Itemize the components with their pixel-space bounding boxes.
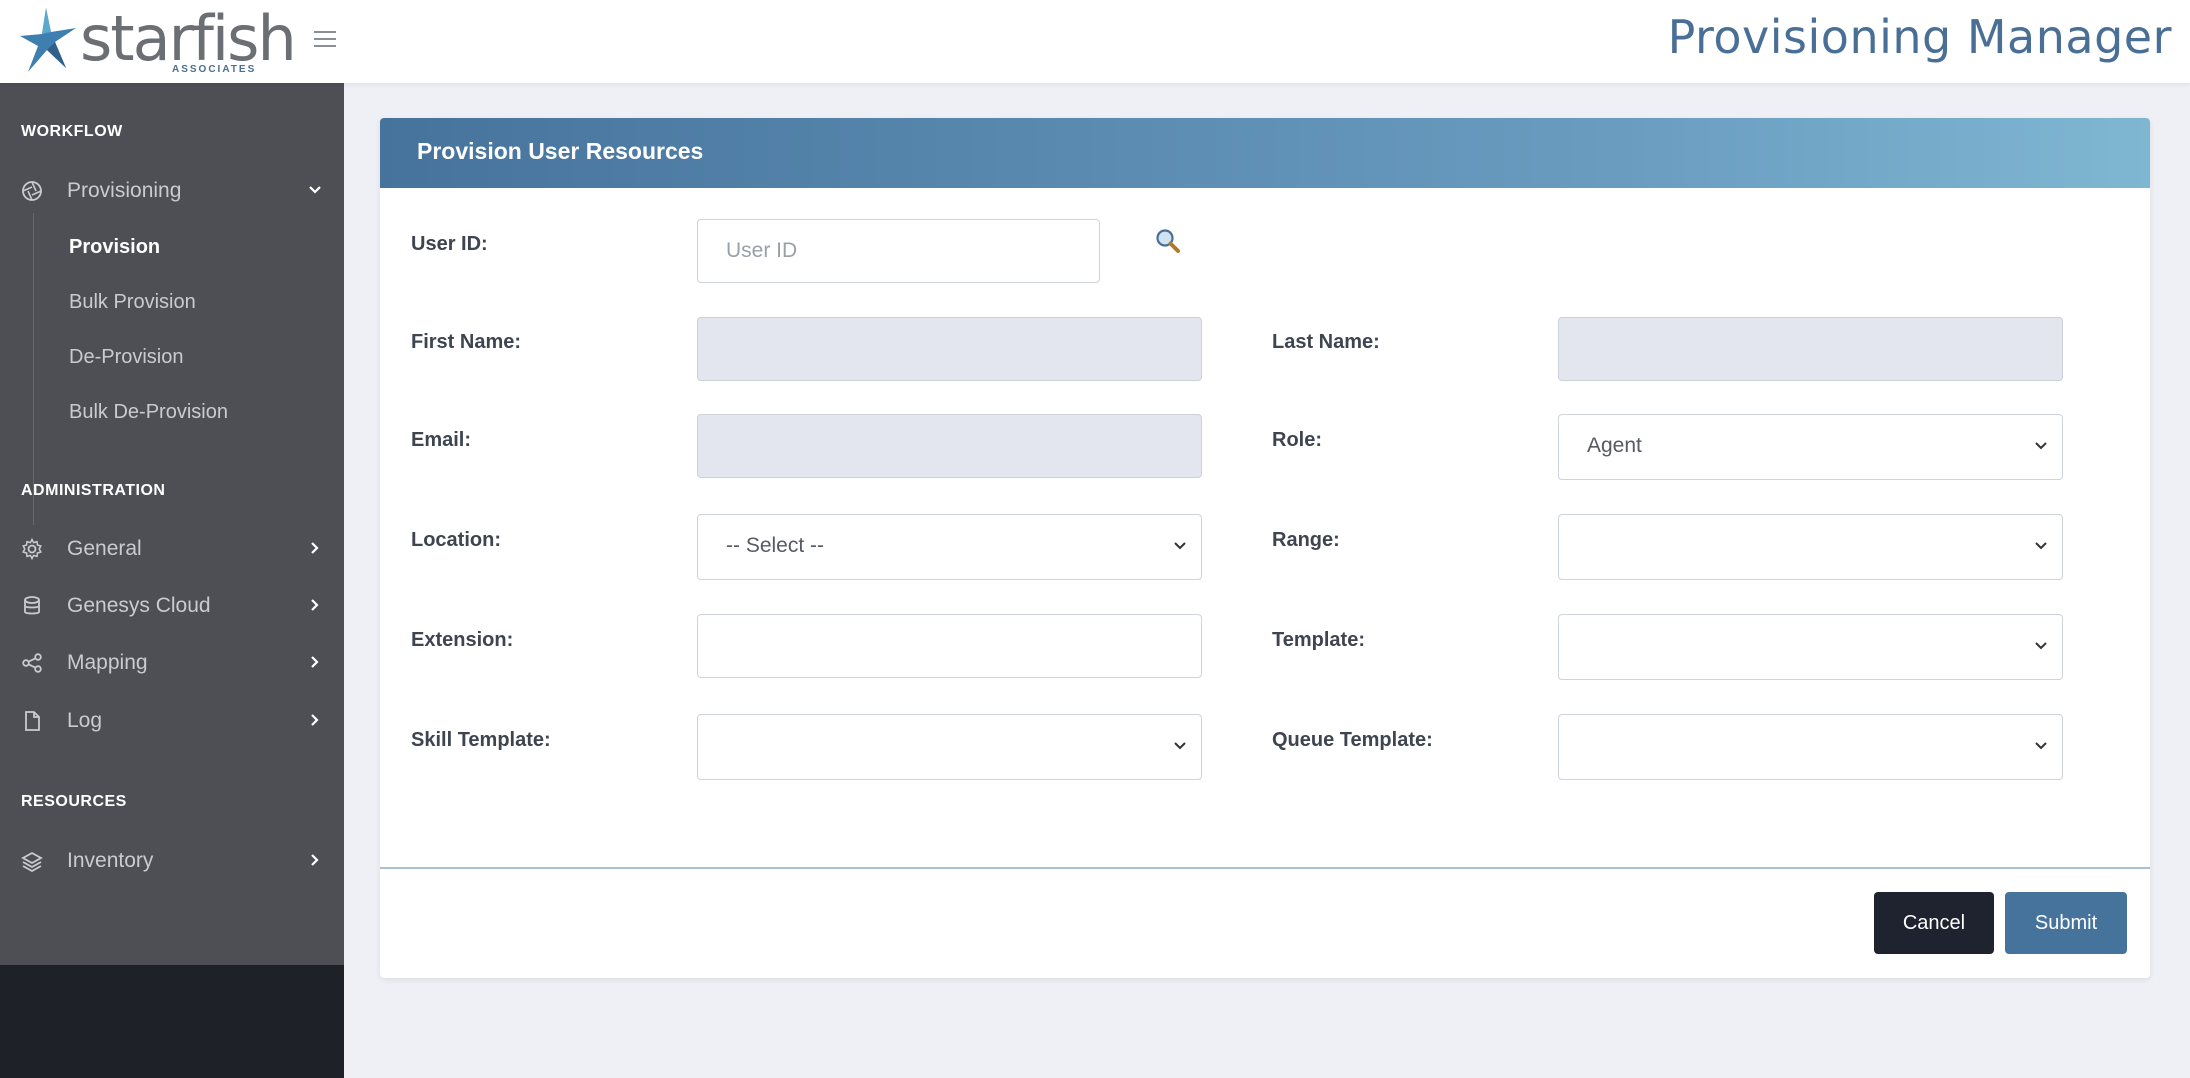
sidebar-item-label: General bbox=[67, 537, 142, 560]
submit-button[interactable]: Submit bbox=[2005, 892, 2127, 954]
sidebar-item-label: Inventory bbox=[67, 849, 154, 872]
submenu-rail bbox=[33, 213, 34, 525]
user-id-input[interactable] bbox=[697, 219, 1100, 283]
sidebar-item-label: Provisioning bbox=[67, 179, 182, 202]
template-label: Template: bbox=[1272, 629, 1365, 651]
logo-wordmark: starfish bbox=[80, 2, 297, 75]
sidebar-item-label: Mapping bbox=[67, 651, 148, 674]
chevron-down-icon bbox=[2035, 542, 2047, 550]
chevron-down-icon bbox=[2035, 642, 2047, 650]
chevron-down-icon bbox=[2035, 442, 2047, 450]
chevron-down-icon bbox=[2035, 742, 2047, 750]
sidebar-item-label: Log bbox=[67, 709, 103, 732]
email-label: Email: bbox=[411, 429, 472, 451]
first-name-label: First Name: bbox=[411, 331, 522, 353]
email-field bbox=[697, 414, 1202, 478]
chevron-right-icon bbox=[311, 656, 319, 668]
last-name-field bbox=[1558, 317, 2063, 381]
sidebar-item-inventory[interactable]: Inventory bbox=[0, 839, 344, 883]
gear-icon bbox=[22, 538, 42, 560]
share-icon bbox=[22, 653, 42, 673]
starfish-logo[interactable]: starfish ASSOCIATES bbox=[20, 4, 297, 78]
sidebar-item-mapping[interactable]: Mapping bbox=[0, 641, 344, 685]
cancel-button[interactable]: Cancel bbox=[1874, 892, 1994, 954]
chevron-down-icon bbox=[309, 186, 321, 194]
chevron-right-icon bbox=[311, 599, 319, 611]
sidebar-subitem-bulk-provision[interactable]: Bulk Provision bbox=[69, 291, 196, 314]
starfish-star-icon bbox=[20, 8, 76, 72]
provision-form-card: Provision User Resources User ID: First … bbox=[380, 118, 2150, 978]
section-label-workflow: WORKFLOW bbox=[21, 123, 123, 140]
app-title: Provisioning Manager bbox=[1667, 10, 2172, 64]
sidebar-item-label: Genesys Cloud bbox=[67, 594, 211, 617]
file-icon bbox=[25, 711, 40, 731]
chevron-down-icon bbox=[1174, 542, 1186, 550]
role-label: Role: bbox=[1272, 429, 1322, 451]
first-name-field bbox=[697, 317, 1202, 381]
sidebar-subitem-bulk-de-provision[interactable]: Bulk De-Provision bbox=[69, 401, 228, 424]
queue-template-select[interactable] bbox=[1558, 714, 2063, 780]
card-header: Provision User Resources bbox=[380, 118, 2150, 188]
chevron-right-icon bbox=[311, 854, 319, 866]
location-label: Location: bbox=[411, 529, 501, 551]
range-select[interactable] bbox=[1558, 514, 2063, 580]
logo-subtext: ASSOCIATES bbox=[172, 64, 257, 75]
top-header: starfish ASSOCIATES Provisioning Manager bbox=[0, 0, 2190, 83]
form-title: Provision User Resources bbox=[417, 138, 704, 164]
aperture-icon bbox=[22, 181, 42, 201]
skill-template-label: Skill Template: bbox=[411, 729, 551, 751]
role-select-value: Agent bbox=[1587, 434, 1642, 457]
sidebar-item-log[interactable]: Log bbox=[0, 699, 344, 743]
location-select-value: -- Select -- bbox=[726, 534, 825, 557]
layers-icon bbox=[21, 851, 43, 872]
extension-label: Extension: bbox=[411, 629, 514, 651]
sidebar-subitem-de-provision[interactable]: De-Provision bbox=[69, 346, 183, 369]
skill-template-select[interactable] bbox=[697, 714, 1202, 780]
last-name-label: Last Name: bbox=[1272, 331, 1380, 353]
sidebar-subitem-provision[interactable]: Provision bbox=[69, 236, 160, 259]
search-icon[interactable] bbox=[1153, 226, 1183, 256]
role-select[interactable]: Agent bbox=[1558, 414, 2063, 480]
queue-template-label: Queue Template: bbox=[1272, 729, 1433, 751]
sidebar-item-provisioning[interactable]: Provisioning bbox=[0, 169, 344, 213]
sidebar-nav: WORKFLOW Provisioning Provision Bulk Pro… bbox=[0, 83, 344, 965]
sidebar-item-general[interactable]: General bbox=[0, 527, 344, 571]
location-select[interactable]: -- Select -- bbox=[697, 514, 1202, 580]
sidebar: WORKFLOW Provisioning Provision Bulk Pro… bbox=[0, 83, 344, 1078]
chevron-right-icon bbox=[311, 714, 319, 726]
menu-toggle-icon[interactable] bbox=[314, 31, 336, 49]
section-label-administration: ADMINISTRATION bbox=[21, 482, 166, 499]
section-label-resources: RESOURCES bbox=[21, 793, 127, 810]
template-select[interactable] bbox=[1558, 614, 2063, 680]
extension-input[interactable] bbox=[697, 614, 1202, 678]
chevron-down-icon bbox=[1174, 742, 1186, 750]
database-icon bbox=[24, 596, 40, 615]
form-footer-divider bbox=[380, 867, 2150, 869]
chevron-right-icon bbox=[311, 542, 319, 554]
user-id-label: User ID: bbox=[411, 233, 488, 255]
sidebar-item-genesys-cloud[interactable]: Genesys Cloud bbox=[0, 584, 344, 628]
range-label: Range: bbox=[1272, 529, 1340, 551]
